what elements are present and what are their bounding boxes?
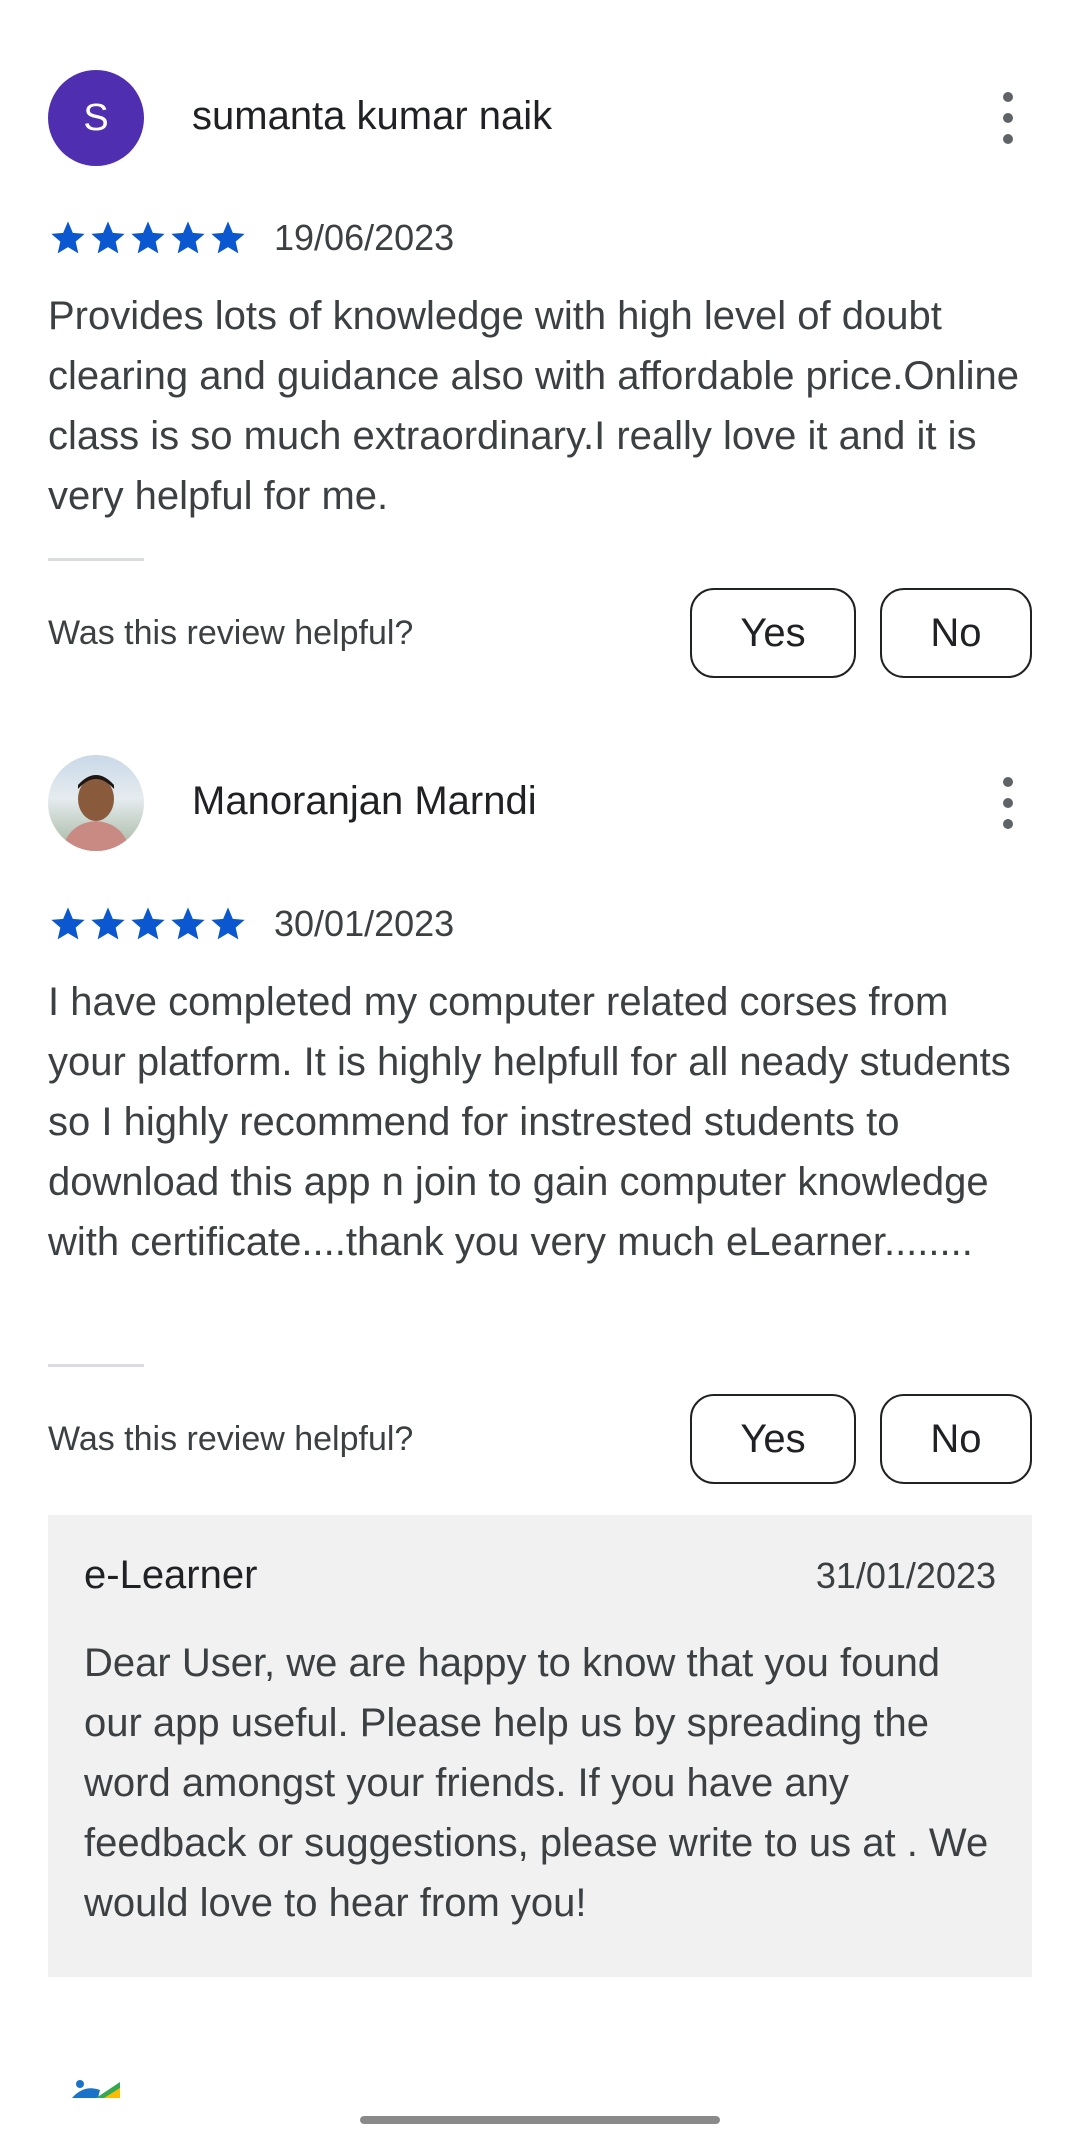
star-icon — [131, 221, 165, 254]
star-icon — [211, 221, 245, 254]
star-rating — [48, 218, 252, 258]
helpful-yes-button[interactable]: Yes — [690, 1394, 856, 1484]
star-icon — [171, 221, 205, 254]
divider — [48, 558, 144, 561]
star-icon — [211, 907, 245, 940]
reply-date: 31/01/2023 — [815, 1555, 996, 1596]
helpful-label: Was this review helpful? — [48, 614, 414, 652]
star-rating — [48, 904, 252, 944]
divider — [48, 1364, 144, 1367]
review-header: Manoranjan Marndi — [48, 755, 1032, 851]
review-date: 30/01/2023 — [274, 903, 455, 944]
review-date: 19/06/2023 — [274, 217, 455, 258]
helpful-label: Was this review helpful? — [48, 1420, 414, 1458]
reply-author: e-Learner — [84, 1553, 258, 1597]
star-icon — [91, 221, 125, 254]
review-text: Provides lots of knowledge with high lev… — [48, 294, 1019, 518]
rating-row: 30/01/2023 — [48, 903, 455, 944]
developer-reply: e-Learner 31/01/2023 Dear User, we are h… — [48, 1515, 1032, 1977]
review-header: S sumanta kumar naik — [48, 70, 1032, 166]
reply-text: Dear User, we are happy to know that you… — [84, 1641, 989, 1925]
home-indicator[interactable] — [360, 2116, 720, 2124]
rating-row: 19/06/2023 — [48, 217, 455, 258]
star-icon — [171, 907, 205, 940]
star-icon — [51, 907, 85, 940]
star-icon — [91, 907, 125, 940]
more-options-icon[interactable] — [996, 777, 1020, 829]
helpful-no-button[interactable]: No — [880, 588, 1032, 678]
app-logo-icon — [72, 2080, 120, 2098]
helpful-yes-button[interactable]: Yes — [690, 588, 856, 678]
star-icon — [51, 221, 85, 254]
helpful-row: Was this review helpful? Yes No — [48, 588, 1032, 682]
review-card: Manoranjan Marndi — [48, 755, 1032, 851]
review-card: S sumanta kumar naik — [48, 70, 1032, 166]
avatar[interactable]: S — [48, 70, 144, 166]
reviewer-name: sumanta kumar naik — [192, 94, 553, 138]
avatar[interactable] — [48, 755, 144, 851]
helpful-no-button[interactable]: No — [880, 1394, 1032, 1484]
star-icon — [131, 907, 165, 940]
more-options-icon[interactable] — [996, 92, 1020, 144]
avatar-photo-icon — [62, 775, 130, 851]
reviewer-name: Manoranjan Marndi — [192, 779, 537, 823]
helpful-row: Was this review helpful? Yes No — [48, 1394, 1032, 1488]
review-text: I have completed my computer related cor… — [48, 980, 1011, 1264]
